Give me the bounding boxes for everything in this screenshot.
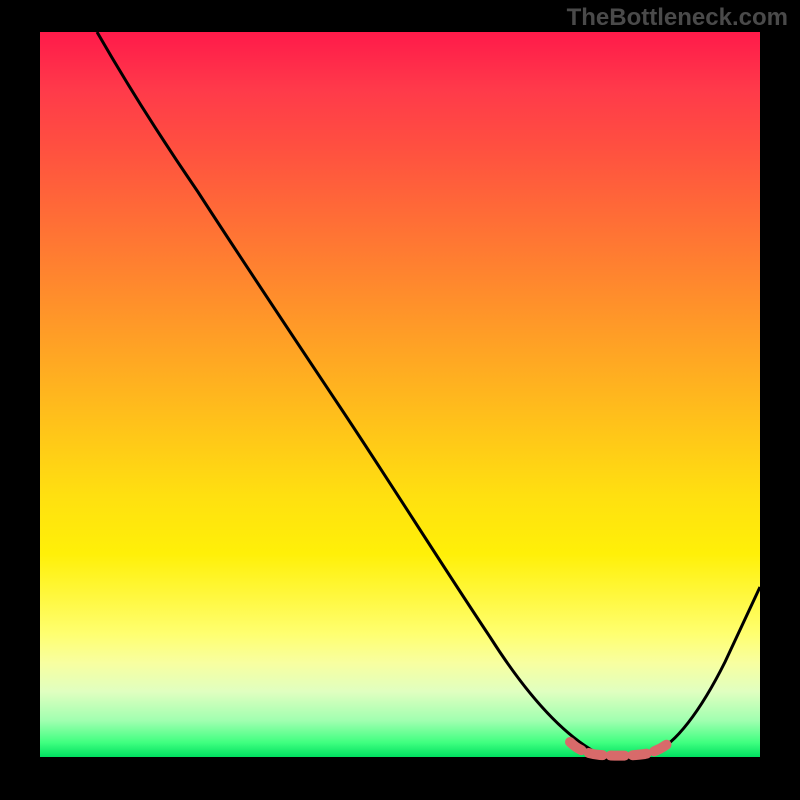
optimal-range-marker [570,740,672,756]
chart-svg [40,32,760,757]
watermark-text: TheBottleneck.com [567,4,788,32]
bottleneck-curve [97,32,760,756]
plot-area [40,32,760,757]
